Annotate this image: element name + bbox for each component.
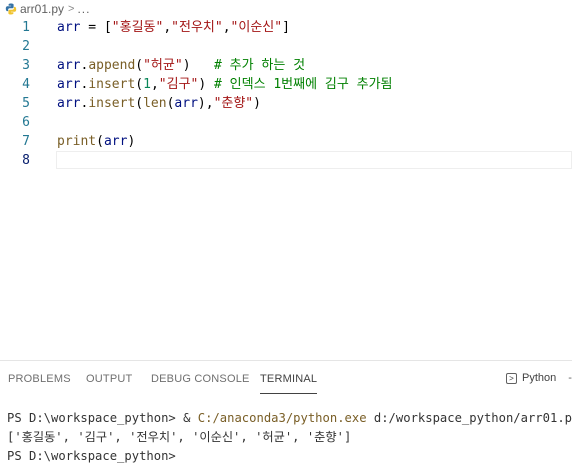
code-token: ( [135, 58, 144, 73]
code-token: insert [88, 77, 136, 92]
code-token: ) [182, 58, 214, 73]
code-token: print [57, 134, 97, 149]
terminal-text: PS D:\workspace_python> & [7, 411, 198, 425]
code-line[interactable]: 6 [0, 113, 572, 132]
code-token: ( [135, 96, 144, 111]
terminal-line: PS D:\workspace_python> & C:/anaconda3/p… [7, 409, 572, 428]
code-token: "춘향" [213, 96, 254, 111]
code-token: arr [57, 20, 81, 35]
code-token: ( [96, 134, 104, 149]
tab-problems[interactable]: PROBLEMS [8, 373, 71, 393]
terminal-text: C:/anaconda3/python.exe [197, 411, 367, 425]
code-token: "허균" [143, 58, 183, 73]
code-token: 1 [143, 77, 151, 92]
bottom-panel: PROBLEMS OUTPUT DEBUG CONSOLE TERMINAL >… [0, 360, 572, 475]
code-text[interactable]: arr.append("허균") # 추가 하는 것 [57, 56, 305, 75]
terminal-text: d:/workspace_python/arr01.py [366, 411, 572, 425]
code-token: "김구" [158, 77, 199, 92]
code-token: ) [127, 134, 136, 149]
code-line[interactable]: 1 arr = ["홍길동","전우치","이순신"] [0, 18, 572, 37]
code-token: arr [174, 96, 198, 111]
terminal-selector[interactable]: > Python - [506, 372, 572, 384]
code-token: arr [57, 96, 81, 111]
code-token: "홍길동" [111, 20, 164, 35]
breadcrumb: arr01.py > ... [0, 0, 572, 17]
code-line[interactable]: 4 arr.insert(1,"김구") # 인덱스 1번째에 김구 추가됨 [0, 75, 572, 94]
line-number: 3 [22, 58, 30, 73]
code-token: # 인덱스 1번째에 김구 추가됨 [214, 77, 393, 92]
code-text[interactable]: print(arr) [57, 132, 135, 151]
terminal-output[interactable]: PS D:\workspace_python> & C:/anaconda3/p… [7, 409, 572, 466]
line-number: 2 [22, 39, 30, 54]
line-number: 1 [22, 20, 30, 35]
breadcrumb-separator: > [68, 2, 75, 15]
tab-output[interactable]: OUTPUT [86, 373, 132, 393]
breadcrumb-file[interactable]: arr01.py [20, 2, 64, 16]
code-token: arr [57, 58, 81, 73]
line-number: 7 [22, 134, 30, 149]
code-token: append [88, 58, 136, 73]
code-token: ), [197, 96, 214, 111]
code-token: = [ [80, 20, 112, 35]
panel-tabs: PROBLEMS OUTPUT DEBUG CONSOLE TERMINAL >… [0, 361, 572, 397]
terminal-text: PS D:\workspace_python> [7, 449, 176, 463]
breadcrumb-more[interactable]: ... [77, 2, 90, 16]
code-line[interactable]: 8 [0, 151, 572, 170]
terminal-type-label: Python [522, 372, 557, 384]
code-line[interactable]: 2 [0, 37, 572, 56]
terminal-line: PS D:\workspace_python> [7, 447, 572, 466]
code-line[interactable]: 5 arr.insert(len(arr),"춘향") [0, 94, 572, 113]
code-token: ] [282, 20, 290, 35]
code-token: , [150, 77, 159, 92]
code-token: "이순신" [230, 20, 283, 35]
code-token: arr [57, 77, 81, 92]
line-number: 4 [22, 77, 30, 92]
line-number: 5 [22, 96, 30, 111]
code-token: len [143, 96, 167, 111]
code-token: arr [103, 134, 128, 149]
code-token: # 추가 하는 것 [214, 58, 306, 73]
terminal-icon: > [506, 372, 517, 384]
code-text[interactable]: arr.insert(len(arr),"춘향") [57, 94, 261, 113]
code-token: ( [135, 77, 144, 92]
code-text[interactable]: arr = ["홍길동","전우치","이순신"] [57, 18, 290, 37]
code-token: "전우치" [171, 20, 223, 35]
code-token: insert [88, 96, 136, 111]
code-token: , [163, 20, 172, 35]
code-token: ) [198, 77, 214, 92]
code-editor[interactable]: 1 arr = ["홍길동","전우치","이순신"] 2 3 arr.append("… [0, 17, 572, 360]
code-token: , [222, 20, 231, 35]
tab-debug-console[interactable]: DEBUG CONSOLE [151, 373, 250, 393]
terminal-text: ['홍길동', '김구', '전우치', '이순신', '허균', '춘향'] [7, 430, 352, 444]
line-number: 8 [22, 153, 30, 168]
code-line[interactable]: 7 print(arr) [0, 132, 572, 151]
terminal-line: ['홍길동', '김구', '전우치', '이순신', '허균', '춘향'] [7, 428, 572, 447]
code-text[interactable]: arr.insert(1,"김구") # 인덱스 1번째에 김구 추가됨 [57, 75, 393, 94]
dash-icon[interactable]: - [568, 372, 572, 384]
tab-terminal[interactable]: TERMINAL [260, 373, 318, 394]
line-number: 6 [22, 115, 30, 130]
code-line[interactable]: 3 arr.append("허균") # 추가 하는 것 [0, 56, 572, 75]
python-file-icon [5, 3, 17, 14]
code-token: ) [253, 96, 261, 111]
